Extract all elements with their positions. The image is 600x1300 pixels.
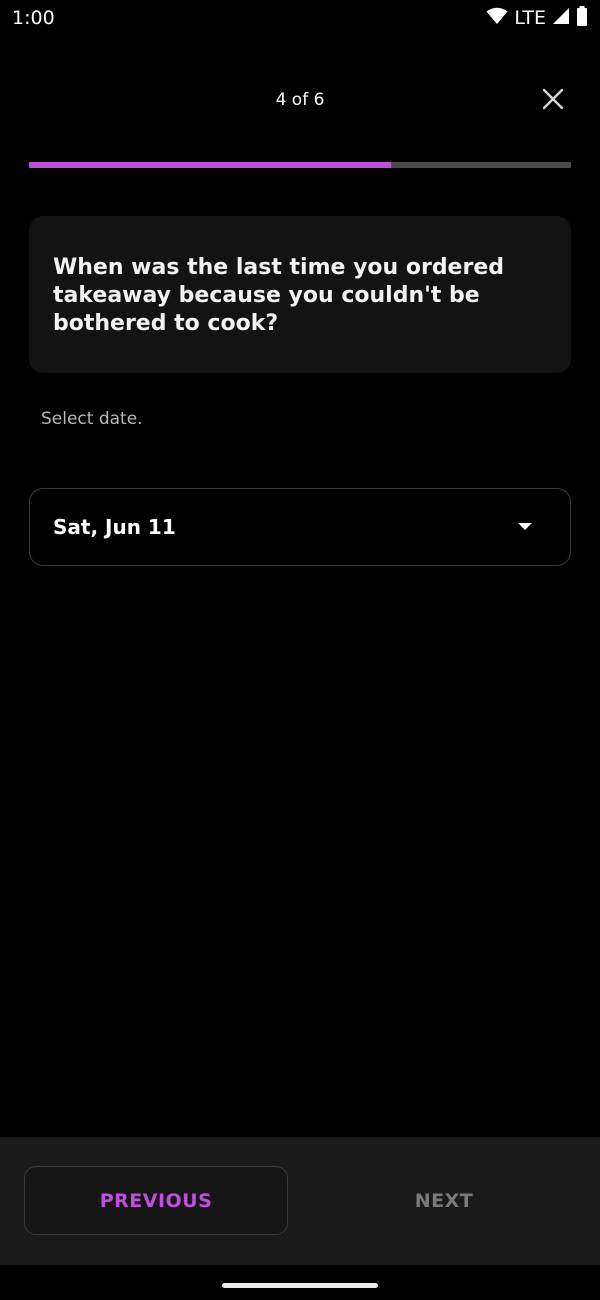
helper-text: Select date. — [41, 409, 143, 429]
date-dropdown[interactable]: Sat, Jun 11 — [29, 488, 571, 566]
wifi-icon — [486, 7, 508, 29]
progress-fill — [29, 162, 391, 168]
battery-icon — [576, 6, 588, 30]
question-text: When was the last time you ordered takea… — [53, 255, 504, 336]
selected-date: Sat, Jun 11 — [53, 515, 176, 539]
close-button[interactable] — [536, 84, 570, 118]
question-header: 4 of 6 — [0, 70, 600, 130]
status-bar: 1:00 LTE — [0, 0, 600, 36]
status-icons: LTE — [486, 6, 588, 30]
status-time: 1:00 — [12, 7, 55, 29]
step-counter: 4 of 6 — [275, 90, 325, 110]
progress-bar — [29, 162, 571, 168]
footer-bar: PREVIOUS NEXT — [0, 1137, 600, 1265]
next-button[interactable]: NEXT — [312, 1166, 576, 1235]
home-indicator[interactable] — [222, 1283, 378, 1288]
question-card: When was the last time you ordered takea… — [29, 216, 571, 373]
chevron-down-icon — [518, 523, 532, 530]
close-icon — [542, 88, 564, 114]
gesture-nav-area — [0, 1265, 600, 1300]
previous-button[interactable]: PREVIOUS — [24, 1166, 288, 1235]
network-type: LTE — [514, 7, 546, 29]
signal-icon — [552, 7, 570, 29]
